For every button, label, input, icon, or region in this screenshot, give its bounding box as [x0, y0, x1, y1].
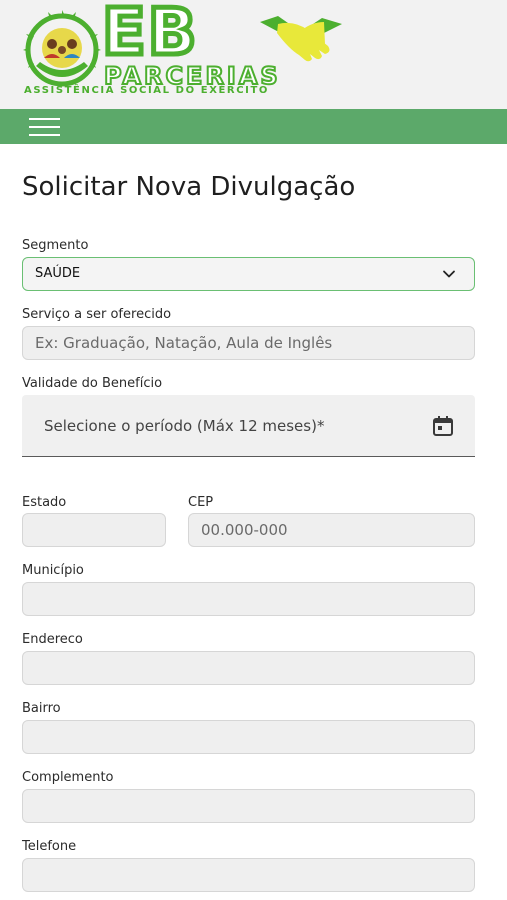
endereco-field-wrapper [22, 651, 475, 685]
estado-field-wrapper [22, 513, 166, 547]
segmento-selected-value: SAÚDE [35, 266, 81, 281]
servico-label: Serviço a ser oferecido [22, 307, 172, 322]
segmento-label: Segmento [22, 238, 89, 253]
endereco-label: Endereco [22, 632, 83, 647]
complemento-input[interactable] [23, 790, 474, 822]
family-emblem-icon [23, 10, 101, 87]
page-title: Solicitar Nova Divulgação [22, 172, 356, 202]
handshake-icon [260, 16, 342, 62]
hamburger-line [29, 134, 60, 136]
municipio-field-wrapper [22, 582, 475, 616]
servico-input[interactable] [23, 327, 474, 359]
logo-tagline: ASSISTÊNCIA SOCIAL DO EXÉRCITO [24, 85, 270, 96]
bairro-input[interactable] [23, 721, 474, 753]
estado-label: Estado [22, 495, 67, 510]
calendar-icon[interactable] [431, 414, 455, 438]
municipio-input[interactable] [23, 583, 474, 615]
estado-input[interactable] [23, 514, 165, 546]
telefone-label: Telefone [22, 839, 77, 854]
segmento-select[interactable]: SAÚDE [22, 257, 475, 291]
municipio-label: Município [22, 563, 84, 578]
hamburger-line [29, 118, 60, 120]
cep-field-wrapper [188, 513, 475, 547]
validade-label: Validade do Benefício [22, 376, 163, 391]
logo-wordmark: EB [100, 0, 199, 73]
complemento-field-wrapper [22, 789, 475, 823]
hamburger-menu-icon[interactable] [29, 116, 60, 138]
validade-date-range-input[interactable]: Selecione o período (Máx 12 meses)* [22, 395, 475, 457]
cep-label: CEP [188, 495, 214, 510]
navbar [0, 109, 507, 144]
bairro-label: Bairro [22, 701, 61, 716]
endereco-input[interactable] [23, 652, 474, 684]
cep-input[interactable] [189, 514, 474, 546]
telefone-field-wrapper [22, 858, 475, 892]
hamburger-line [29, 126, 60, 128]
telefone-input[interactable] [23, 859, 474, 891]
app-header: EB PARCERIAS ASSISTÊNCIA SOCIAL DO EXÉRC… [0, 0, 507, 109]
validade-placeholder: Selecione o período (Máx 12 meses)* [44, 417, 325, 435]
complemento-label: Complemento [22, 770, 114, 785]
eb-parcerias-logo[interactable]: EB PARCERIAS ASSISTÊNCIA SOCIAL DO EXÉRC… [22, 0, 347, 100]
chevron-down-icon [443, 270, 455, 278]
servico-field-wrapper [22, 326, 475, 360]
bairro-field-wrapper [22, 720, 475, 754]
